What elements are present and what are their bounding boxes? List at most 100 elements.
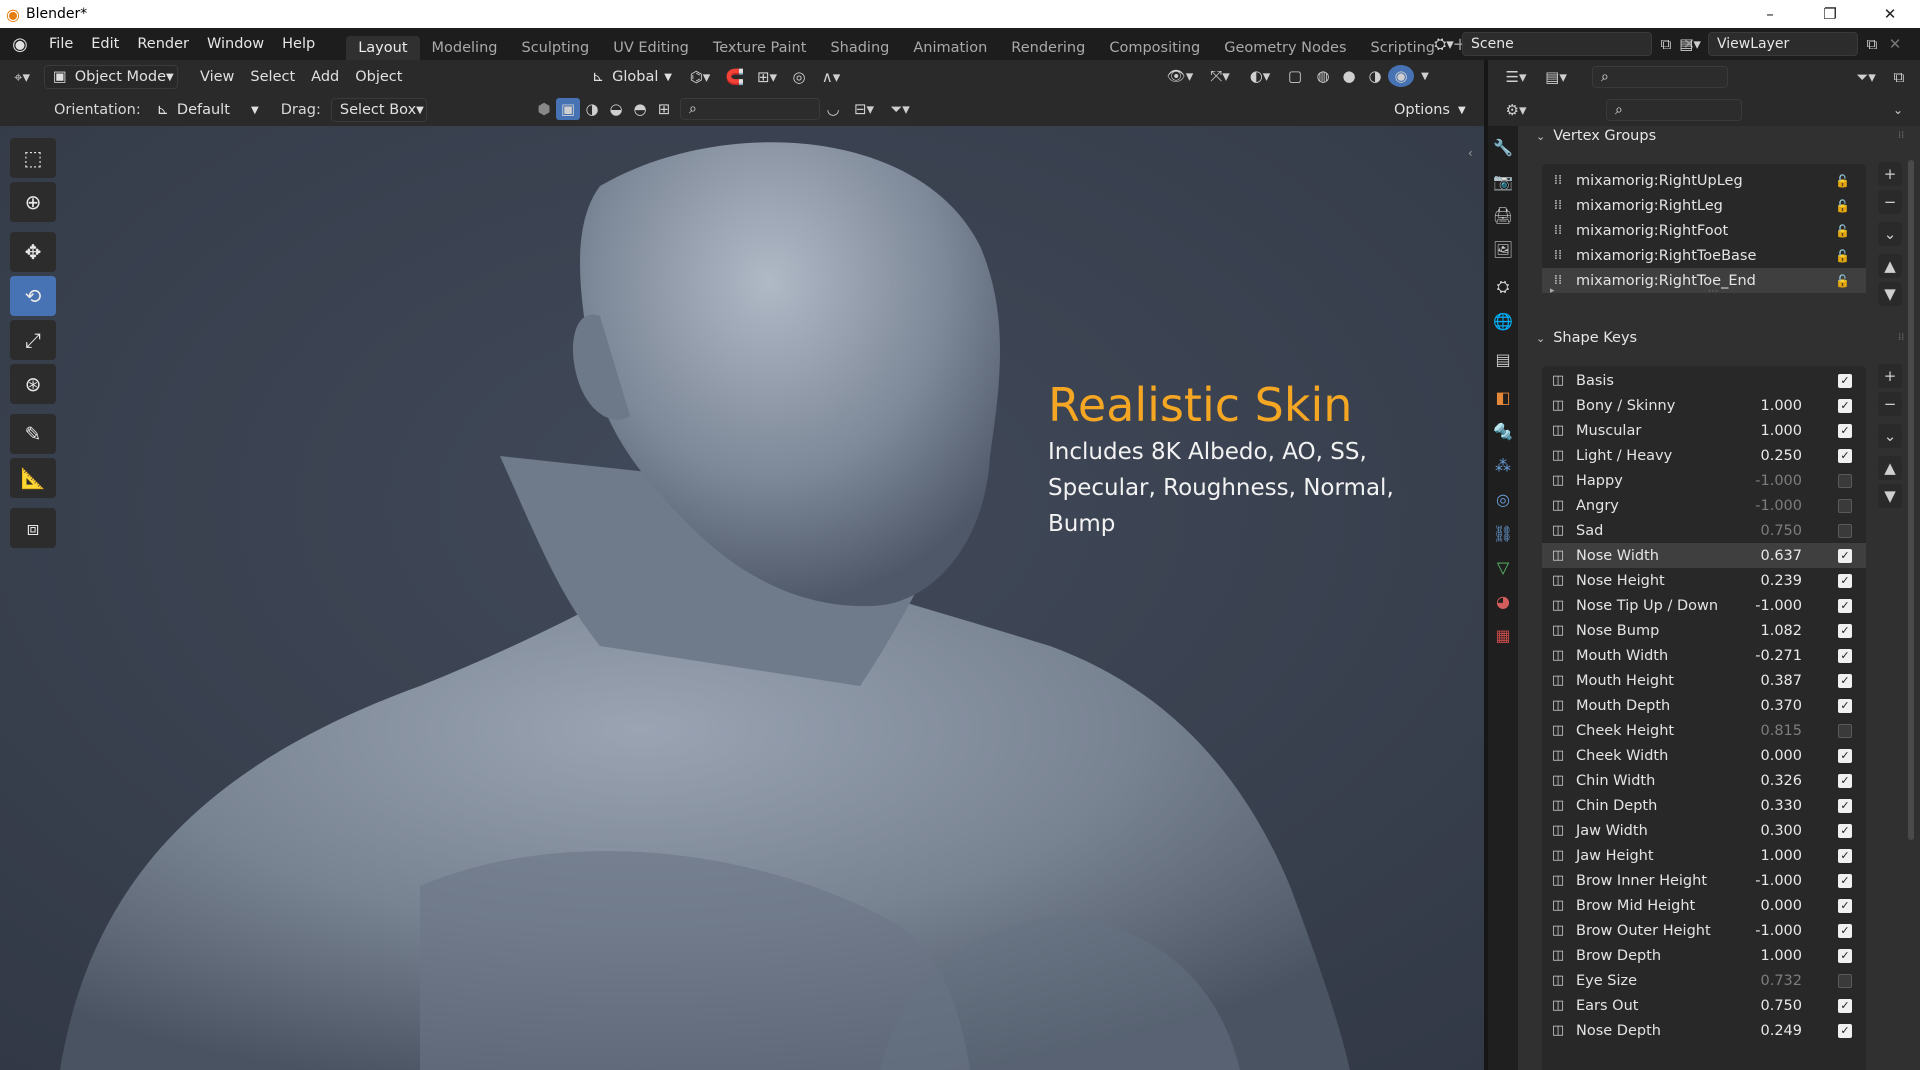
shape-key-row[interactable]: ◫ Bony / Skinny 1.000 ✓: [1542, 393, 1866, 418]
move-down-icon[interactable]: ▼: [1878, 484, 1902, 508]
shape-key-row[interactable]: ◫ Chin Width 0.326 ✓: [1542, 768, 1866, 793]
collection-properties-tab[interactable]: ▤: [1488, 342, 1518, 376]
new-collection-icon[interactable]: ⧉: [1884, 68, 1914, 86]
shape-key-row[interactable]: ◫ Muscular 1.000 ✓: [1542, 418, 1866, 443]
move-up-icon[interactable]: ▲: [1878, 456, 1902, 480]
shape-key-row[interactable]: ◫ Brow Mid Height 0.000 ✓: [1542, 893, 1866, 918]
vertex-group-row[interactable]: ⁞⁞ mixamorig:RightToeBase 🔓: [1542, 243, 1866, 268]
tab-modeling[interactable]: Modeling: [420, 36, 510, 60]
render-properties-tab[interactable]: 📷: [1488, 164, 1518, 198]
select-box-tool[interactable]: ⬚: [10, 138, 56, 178]
snap-toggle-icon[interactable]: 🧲: [720, 68, 750, 86]
shape-key-row[interactable]: ◫ Cheek Width 0.000 ✓: [1542, 743, 1866, 768]
transform-orientation-dropdown[interactable]: ⊾ Global ▼: [584, 65, 680, 89]
shape-key-row[interactable]: ◫ Nose Tip Up / Down -1.000 ✓: [1542, 593, 1866, 618]
tab-texture-paint[interactable]: Texture Paint: [701, 36, 819, 60]
shape-key-value[interactable]: 0.239: [1760, 573, 1802, 589]
tab-compositing[interactable]: Compositing: [1097, 36, 1212, 60]
shape-key-mute-checkbox[interactable]: ✓: [1838, 373, 1852, 388]
viewport-search-input[interactable]: ⌕: [680, 98, 820, 120]
shape-key-mute-checkbox[interactable]: ✓: [1838, 798, 1852, 813]
gizmo-icon[interactable]: ⤧▾: [1200, 67, 1240, 85]
shape-key-mute-checkbox[interactable]: ✓: [1838, 648, 1852, 663]
shape-key-row[interactable]: ◫ Brow Inner Height -1.000 ✓: [1542, 868, 1866, 893]
tab-layout[interactable]: Layout: [346, 36, 420, 60]
shape-key-mute-checkbox[interactable]: [1838, 498, 1852, 513]
remove-vertex-group-icon[interactable]: −: [1878, 190, 1902, 214]
minimize-button[interactable]: –: [1740, 0, 1800, 28]
orientation-dropdown[interactable]: ⊾ Default ▼: [149, 98, 267, 122]
shape-key-row[interactable]: ◫ Cheek Height 0.815: [1542, 718, 1866, 743]
menu-render[interactable]: Render: [128, 36, 198, 52]
shape-key-mute-checkbox[interactable]: ✓: [1838, 623, 1852, 638]
shape-key-mute-checkbox[interactable]: ✓: [1838, 548, 1852, 563]
shape-key-row[interactable]: ◫ Eye Size 0.732: [1542, 968, 1866, 993]
view-layer-selector-icon[interactable]: ▤▾: [1672, 35, 1708, 53]
properties-options-icon[interactable]: ⌄: [1886, 103, 1910, 117]
shape-key-mute-checkbox[interactable]: ✓: [1838, 848, 1852, 863]
blender-menu-icon[interactable]: ◉: [0, 34, 40, 55]
list-expand-icon[interactable]: ▸: [1550, 286, 1555, 296]
shape-key-value[interactable]: 0.326: [1760, 773, 1802, 789]
object-properties-tab[interactable]: ◧: [1488, 380, 1518, 414]
display-filter-icon[interactable]: ⊟▾: [846, 100, 882, 118]
properties-search-input[interactable]: ⌕: [1606, 99, 1742, 121]
shape-key-mute-checkbox[interactable]: ✓: [1838, 573, 1852, 588]
filter-toggle-icon[interactable]: ◡: [820, 100, 846, 118]
vertex-group-specials-icon[interactable]: ⌄: [1878, 222, 1902, 246]
properties-scrollbar[interactable]: [1908, 160, 1914, 840]
view-layer-field[interactable]: ViewLayer: [1708, 32, 1858, 56]
shape-key-value[interactable]: 0.815: [1760, 723, 1802, 739]
shape-key-row[interactable]: ◫ Mouth Depth 0.370 ✓: [1542, 693, 1866, 718]
wireframe-shading-icon[interactable]: ◍: [1310, 67, 1336, 85]
shape-key-value[interactable]: 0.750: [1760, 998, 1802, 1014]
select-extend-icon[interactable]: ◑: [580, 100, 604, 118]
solid-shading-icon[interactable]: ●: [1336, 67, 1362, 85]
menu-edit[interactable]: Edit: [82, 36, 128, 52]
mode-dropdown[interactable]: ▣ Object Mode ▼: [44, 65, 178, 89]
shape-key-row[interactable]: ◫ Nose Height 0.239 ✓: [1542, 568, 1866, 593]
vertex-groups-header[interactable]: ⌄ Vertex Groups: [1536, 128, 1656, 144]
shape-key-value[interactable]: 0.750: [1760, 523, 1802, 539]
shape-key-value[interactable]: 1.000: [1760, 848, 1802, 864]
shape-key-row[interactable]: ◫ Light / Heavy 0.250 ✓: [1542, 443, 1866, 468]
shape-key-row[interactable]: ◫ Brow Depth 1.000 ✓: [1542, 943, 1866, 968]
shape-key-row[interactable]: ◫ Nose Width 0.637 ✓: [1542, 543, 1866, 568]
shape-key-row[interactable]: ◫ Mouth Height 0.387 ✓: [1542, 668, 1866, 693]
tab-animation[interactable]: Animation: [901, 36, 999, 60]
3d-viewport[interactable]: [0, 126, 1484, 1070]
move-tool[interactable]: ✥: [10, 232, 56, 272]
shape-key-row[interactable]: ◫ Brow Outer Height -1.000 ✓: [1542, 918, 1866, 943]
shape-key-mute-checkbox[interactable]: ✓: [1838, 1023, 1852, 1038]
shape-key-row[interactable]: ◫ Nose Bump 1.082 ✓: [1542, 618, 1866, 643]
shape-key-value[interactable]: -1.000: [1755, 498, 1802, 514]
modifier-properties-tab[interactable]: 🔩: [1488, 414, 1518, 448]
shape-key-value[interactable]: 0.300: [1760, 823, 1802, 839]
shape-key-mute-checkbox[interactable]: [1838, 523, 1852, 538]
scale-tool[interactable]: ⤢: [10, 320, 56, 360]
tab-sculpting[interactable]: Sculpting: [509, 36, 601, 60]
shape-key-value[interactable]: 1.000: [1760, 398, 1802, 414]
shape-key-mute-checkbox[interactable]: ✓: [1838, 823, 1852, 838]
pivot-point-icon[interactable]: ⌬▾: [680, 68, 720, 86]
annotate-tool[interactable]: ✎: [10, 414, 56, 454]
menu-view[interactable]: View: [192, 65, 242, 89]
select-subtract-icon[interactable]: ◒: [604, 100, 628, 118]
shape-key-value[interactable]: -1.000: [1755, 873, 1802, 889]
scene-field[interactable]: Scene: [1462, 32, 1652, 56]
options-dropdown[interactable]: Options ▼: [1386, 98, 1474, 122]
shape-keys-header[interactable]: ⌄ Shape Keys: [1536, 330, 1637, 346]
lock-icon[interactable]: 🔓: [1835, 274, 1850, 288]
shape-key-row[interactable]: ◫ Chin Depth 0.330 ✓: [1542, 793, 1866, 818]
funnel-icon[interactable]: ⏷▾: [882, 100, 918, 118]
shape-key-row[interactable]: ◫ Ears Out 0.750 ✓: [1542, 993, 1866, 1018]
shape-key-row[interactable]: ◫ Angry -1.000: [1542, 493, 1866, 518]
transform-tool[interactable]: ⊛: [10, 364, 56, 404]
shape-key-row[interactable]: ◫ Jaw Width 0.300 ✓: [1542, 818, 1866, 843]
menu-window[interactable]: Window: [198, 36, 273, 52]
menu-file[interactable]: File: [40, 36, 82, 52]
material-shading-icon[interactable]: ◑: [1362, 67, 1388, 85]
select-new-icon[interactable]: ▣: [556, 98, 580, 120]
shape-key-value[interactable]: 1.000: [1760, 423, 1802, 439]
view-layer-properties-tab[interactable]: 🖼: [1488, 232, 1518, 266]
